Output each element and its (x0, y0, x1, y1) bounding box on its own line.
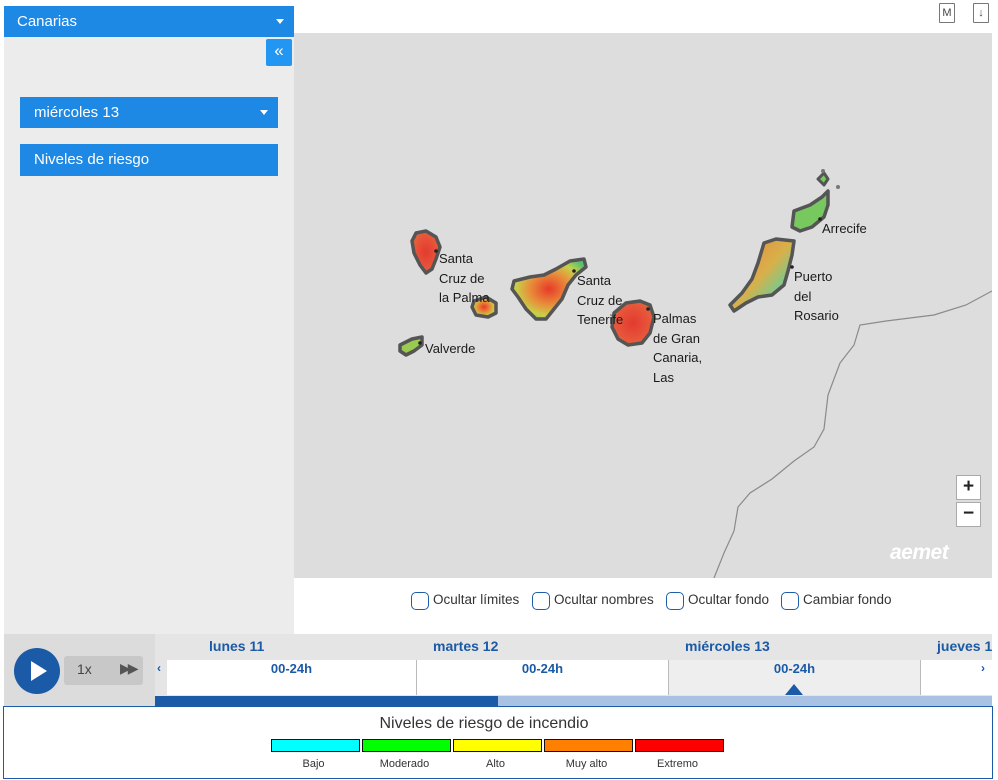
legend-label: Alto (486, 758, 505, 770)
city-dot-santa-cruz-tenerife (572, 269, 576, 273)
city-dot-valverde (418, 341, 422, 345)
timeline: 1x ▶▶ lunes 11 00-24h martes 12 00-24h m… (4, 634, 992, 706)
label-line: Canaria, (653, 350, 703, 365)
label-valverde: Valverde (425, 341, 476, 356)
slot-label: 00-24h (773, 661, 816, 676)
legend-swatch-alto (453, 739, 542, 752)
legend-label: Extremo (657, 758, 698, 770)
map-view[interactable]: Santa Cruz de la Palma Santa Cruz de Ten… (294, 33, 992, 578)
zoom-in-button[interactable]: + (956, 475, 981, 500)
city-dot-santa-cruz-palma (434, 249, 438, 253)
current-time-marker[interactable] (785, 684, 803, 695)
legend-title: Niveles de riesgo de incendio (379, 715, 589, 732)
chevron-down-icon (276, 19, 284, 24)
day-strip: lunes 11 00-24h martes 12 00-24h miércol… (155, 634, 992, 706)
option-label: Ocultar fondo (688, 592, 770, 607)
legend-swatch-extremo (635, 739, 724, 752)
time-slot[interactable]: 00-24h (417, 660, 669, 695)
label-las-palmas: Palmas de Gran Canaria, Las (653, 309, 702, 387)
progress-track[interactable] (155, 696, 992, 706)
map-options: Ocultar límites Ocultar nombres Ocultar … (0, 584, 998, 614)
day-name: miércoles 13 (685, 638, 770, 654)
chevron-down-icon (260, 110, 268, 115)
label-santa-cruz-tenerife: Santa Cruz de Tenerife (577, 271, 623, 330)
island-tenerife (510, 257, 588, 321)
label-line: la Palma (439, 290, 490, 305)
day-lunes[interactable]: lunes 11 00-24h (167, 634, 417, 696)
slot-label: 00-24h (521, 661, 564, 676)
speed-value: 1x (77, 661, 92, 677)
option-label: Ocultar nombres (554, 592, 654, 607)
label-santa-cruz-palma: Santa Cruz de la Palma (439, 249, 490, 308)
chevron-right-icon[interactable]: › (981, 661, 985, 675)
slot-label: 00-24h (270, 661, 313, 676)
map-file-icon[interactable]: M (939, 3, 955, 23)
time-slot[interactable]: 00-24h (167, 660, 417, 695)
region-select-label: Canarias (17, 13, 78, 30)
africa-coastline (713, 290, 992, 578)
checkbox[interactable] (532, 592, 550, 610)
label-line: Las (653, 369, 674, 385)
checkbox[interactable] (411, 592, 429, 610)
legend: Niveles de riesgo de incendio Bajo Moder… (3, 706, 993, 779)
download-icon[interactable]: ↓ (973, 3, 989, 23)
map-canvas (398, 169, 992, 578)
day-name: martes 12 (433, 638, 499, 654)
progress-fill (155, 696, 499, 706)
collapse-sidebar-button[interactable]: « (266, 39, 292, 66)
day-name: jueves 1 (937, 638, 992, 654)
checkbox[interactable] (781, 592, 799, 610)
label-line: Rosario (794, 308, 839, 323)
day-martes[interactable]: martes 12 00-24h (417, 634, 669, 696)
fast-forward-icon[interactable]: ▶▶ (120, 660, 138, 677)
aemet-logo: aemet (890, 541, 949, 564)
legend-label: Bajo (302, 758, 325, 770)
label-line: Santa (577, 273, 611, 288)
play-button[interactable] (14, 648, 60, 694)
risk-levels-button[interactable]: Niveles de riesgo (20, 144, 278, 176)
label-line: Puerto (794, 269, 833, 284)
label-line: Cruz de (577, 292, 623, 308)
label-line: Palmas (653, 311, 697, 326)
sidebar: Canarias « miércoles 13 Niveles de riesg… (4, 6, 294, 634)
label-line: de Gran (653, 330, 700, 346)
day-select-label: miércoles 13 (34, 104, 120, 121)
label-line: del (794, 288, 812, 304)
islet-montana-clara (821, 169, 825, 173)
island-el-hierro (398, 335, 424, 357)
region-select[interactable]: Canarias (4, 6, 294, 37)
checkbox[interactable] (666, 592, 684, 610)
island-fuerteventura (728, 237, 796, 313)
city-dot-las-palmas (646, 307, 650, 311)
zoom-out-button[interactable]: − (956, 502, 981, 527)
legend-label: Muy alto (565, 758, 608, 770)
label-arrecife: Arrecife (822, 221, 867, 236)
day-select[interactable]: miércoles 13 (20, 97, 278, 128)
legend-swatch-moderado (362, 739, 451, 752)
app-root: Canarias « miércoles 13 Niveles de riesg… (0, 0, 998, 780)
islet-alegranza (836, 185, 840, 189)
speed-control[interactable]: 1x ▶▶ (64, 656, 143, 685)
label-line: Santa (439, 251, 473, 266)
option-label: Cambiar fondo (803, 592, 892, 607)
label-line: Cruz de (439, 270, 485, 286)
label-line: Tenerife (577, 312, 624, 327)
day-name: lunes 11 (209, 638, 265, 654)
chevron-left-icon[interactable]: ‹ (157, 661, 161, 675)
legend-swatch-muy-alto (544, 739, 633, 752)
legend-label: Moderado (379, 758, 430, 770)
label-puerto-rosario: Puerto del Rosario (794, 267, 839, 326)
option-label: Ocultar límites (433, 592, 520, 607)
legend-swatch-bajo (271, 739, 360, 752)
island-la-graciosa (816, 171, 830, 187)
